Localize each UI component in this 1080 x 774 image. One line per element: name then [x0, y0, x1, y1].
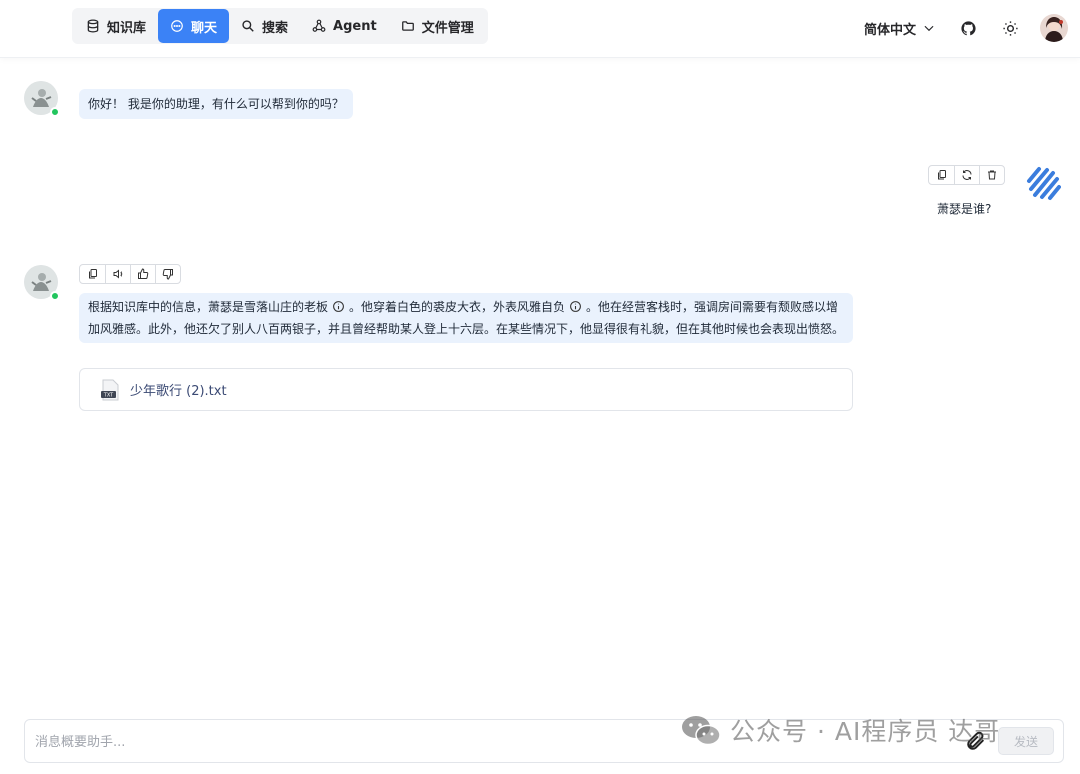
language-label: 简体中文	[863, 22, 916, 38]
tab-label: 聊天	[191, 20, 218, 36]
regenerate-button[interactable]	[954, 166, 979, 184]
avatar-image	[1040, 14, 1068, 42]
online-status-dot	[50, 291, 60, 301]
dislike-button[interactable]	[155, 265, 180, 283]
source-file-name: 少年歌行 (2).txt	[130, 384, 227, 399]
thumbs-down-icon	[162, 268, 173, 280]
speaker-icon	[113, 269, 123, 279]
file-type-badge: TXT	[103, 392, 114, 398]
refresh-icon	[962, 170, 972, 180]
send-button[interactable]: 发送	[998, 727, 1054, 755]
search-icon	[242, 20, 254, 32]
tab-knowledge-base[interactable]: 知识库	[74, 9, 158, 43]
tab-file-management[interactable]: 文件管理	[389, 9, 486, 43]
message-composer: 发送	[24, 719, 1064, 763]
user-message-actions	[928, 165, 1005, 185]
header-actions: 简体中文	[858, 12, 1068, 44]
online-status-dot	[50, 107, 60, 117]
chat-icon	[171, 20, 183, 32]
assistant-answer-bubble: 根据知识库中的信息，萧瑟是雪落山庄的老板 。他穿着白色的裘皮大衣，外表风雅自负 。他…	[79, 293, 853, 343]
copy-icon	[937, 170, 946, 180]
citation-info-icon[interactable]	[332, 300, 345, 313]
tab-label: Agent	[333, 18, 377, 34]
tab-label: 知识库	[107, 20, 147, 36]
copy-button[interactable]	[80, 265, 105, 283]
attach-button[interactable]	[965, 730, 987, 752]
database-icon	[87, 19, 99, 33]
brand-logo-icon	[1027, 167, 1061, 200]
top-bar: 知识库 聊天 搜索 Agent 文件管理 简体中文	[0, 0, 1080, 58]
user-message-text: 萧瑟是谁?	[937, 202, 992, 216]
user-message-avatar	[1025, 165, 1061, 201]
paperclip-icon	[967, 731, 985, 750]
message-input[interactable]	[35, 730, 935, 754]
answer-text-part2: 。他穿着白色的裘皮大衣，外表风雅自负	[349, 300, 566, 314]
github-icon	[960, 20, 976, 35]
source-file-card[interactable]: TXT 少年歌行 (2).txt	[79, 368, 853, 411]
user-avatar[interactable]	[1040, 14, 1068, 42]
txt-file-icon: TXT	[101, 379, 119, 400]
graph-icon	[312, 19, 326, 32]
github-button[interactable]	[952, 12, 984, 44]
assistant-avatar	[24, 265, 60, 301]
main-nav: 知识库 聊天 搜索 Agent 文件管理	[72, 8, 488, 44]
tab-label: 搜索	[262, 20, 289, 36]
tab-search[interactable]: 搜索	[229, 9, 300, 43]
answer-text-part1: 根据知识库中的信息，萧瑟是雪落山庄的老板	[88, 300, 329, 314]
trash-icon	[988, 170, 996, 180]
delete-button[interactable]	[979, 166, 1004, 184]
read-aloud-button[interactable]	[105, 265, 130, 283]
folder-icon	[401, 21, 414, 31]
tab-agent[interactable]: Agent	[300, 9, 389, 43]
citation-info-icon[interactable]	[569, 300, 582, 313]
tab-chat[interactable]: 聊天	[158, 9, 230, 43]
assistant-message-actions	[79, 264, 181, 284]
copy-button[interactable]	[929, 166, 954, 184]
greeting-text: 你好！ 我是你的助理，有什么可以帮到你的吗？	[88, 97, 344, 111]
sun-icon	[1002, 20, 1018, 36]
language-selector[interactable]: 简体中文	[858, 19, 942, 38]
copy-icon	[88, 269, 97, 279]
chevron-down-icon	[924, 25, 934, 32]
theme-toggle-button[interactable]	[994, 12, 1026, 44]
assistant-message-bubble: 你好！ 我是你的助理，有什么可以帮到你的吗？	[79, 89, 353, 119]
assistant-avatar	[24, 81, 60, 117]
tab-label: 文件管理	[421, 20, 474, 36]
thumbs-up-icon	[138, 268, 149, 280]
like-button[interactable]	[130, 265, 155, 283]
